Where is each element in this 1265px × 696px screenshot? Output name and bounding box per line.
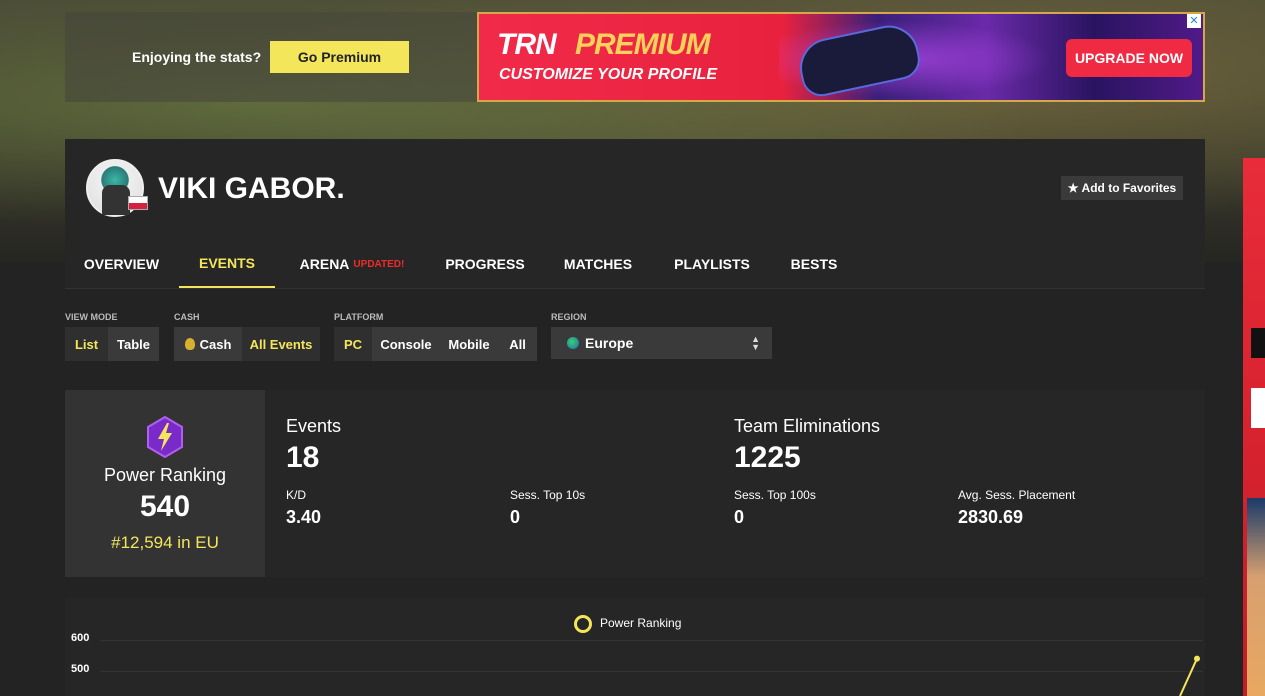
star-icon: ★ [1067,181,1079,195]
ad-premium-label: PREMIUM [575,28,711,61]
region-value: Europe [585,335,634,351]
select-arrows-icon: ▲ ▼ [751,334,760,352]
team-elims-label: Team Eliminations [734,416,881,436]
ad-tagline: CUSTOMIZE YOUR PROFILE [499,66,718,83]
go-premium-button[interactable]: Go Premium [270,41,409,73]
chart-plot [1179,655,1200,696]
avg-placement-value: 2830.69 [958,507,1024,527]
platform-console[interactable]: Console [372,327,440,361]
platform-label: PLATFORM [334,312,384,322]
all-events-option[interactable]: All Events [242,327,320,361]
platform-pc[interactable]: PC [334,327,372,361]
money-bag-icon [184,338,195,350]
series-line [1179,658,1198,696]
upgrade-now-button[interactable]: UPGRADE NOW [1066,39,1192,77]
ad-brand: TRN [497,28,557,61]
sess-top10-label: Sess. Top 10s [510,488,586,502]
region-label: REGION [551,312,587,322]
tab-arena[interactable]: ARENA UPDATED! [287,240,417,288]
player-name: VIKI GABOR. [158,172,345,205]
ad-close-icon[interactable]: ✕ [1187,14,1201,28]
tab-events[interactable]: EVENTS [179,240,275,288]
kd-label: K/D [286,488,307,502]
view-mode-toggle: List Table [65,327,159,361]
updated-badge: UPDATED! [353,258,405,270]
power-ranking-icon [147,416,183,458]
power-ranking-title: Power Ranking [103,465,227,485]
team-elims-value: 1225 [734,441,801,474]
sess-top100-value: 0 [734,507,745,527]
sess-top100-label: Sess. Top 100s [734,488,816,502]
tab-progress[interactable]: PROGRESS [435,240,535,288]
ad-banner[interactable]: TRN PREMIUM CUSTOMIZE YOUR PROFILE UPGRA… [477,12,1205,102]
events-label: Events [286,416,342,436]
add-to-favorites-label: Add to Favorites [1081,181,1177,195]
power-ranking-value: 540 [139,490,191,523]
poland-flag-icon [128,196,148,210]
tab-bests[interactable]: BESTS [783,240,845,288]
add-to-favorites-button[interactable]: ★ Add to Favorites [1061,176,1183,200]
sess-top10-value: 0 [510,507,521,527]
events-value: 18 [286,441,320,474]
globe-icon [567,337,579,349]
kd-value: 3.40 [286,507,322,527]
profile-tabs: OVERVIEW EVENTS ARENA UPDATED! PROGRESS M… [65,240,1205,289]
platform-toggle: PC Console Mobile All [334,327,537,361]
avg-placement-label: Avg. Sess. Placement [958,488,1076,502]
premium-prompt: Enjoying the stats? [132,49,262,65]
region-select[interactable]: Europe ▲ ▼ [551,327,772,359]
cash-toggle: Cash All Events [174,327,320,361]
tab-playlists[interactable]: PLAYLISTS [665,240,759,288]
cash-label: CASH [174,312,200,322]
power-ranking-rank: #12,594 in EU [111,533,219,552]
view-mode-list[interactable]: List [65,327,108,361]
tab-overview[interactable]: OVERVIEW [65,240,178,288]
platform-all[interactable]: All [498,327,537,361]
tab-matches[interactable]: MATCHES [553,240,643,288]
view-mode-label: VIEW MODE [65,312,118,322]
view-mode-table[interactable]: Table [108,327,159,361]
platform-mobile[interactable]: Mobile [440,327,498,361]
side-ad[interactable] [1243,158,1265,696]
data-point [1194,655,1200,662]
cash-option[interactable]: Cash [174,327,242,361]
